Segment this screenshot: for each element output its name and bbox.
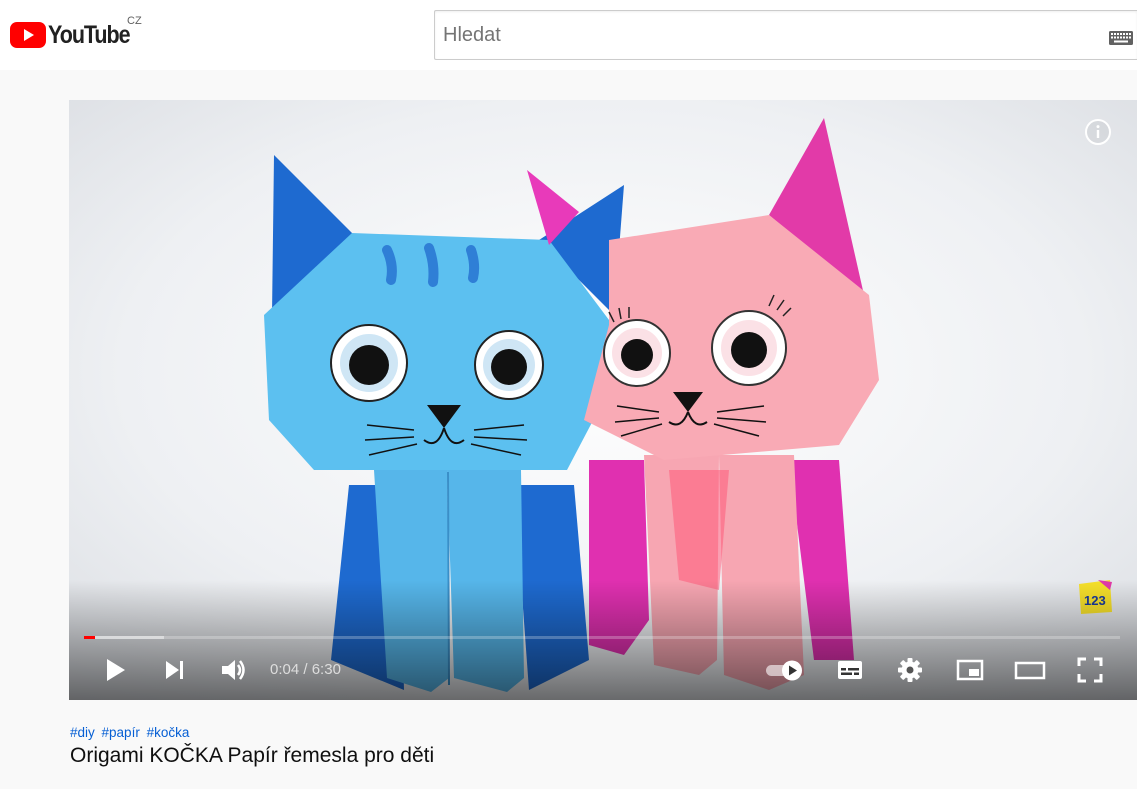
subtitles-button[interactable] (832, 652, 868, 688)
hashtag-link[interactable]: #papír (102, 725, 140, 740)
hashtag-link[interactable]: #kočka (147, 725, 190, 740)
settings-button[interactable] (892, 652, 928, 688)
hashtag-list: #diy #papír #kočka (70, 725, 192, 740)
hashtag-link[interactable]: #diy (70, 725, 95, 740)
play-icon (107, 659, 125, 681)
fullscreen-icon (1077, 657, 1103, 683)
next-button[interactable] (157, 652, 193, 688)
search-input[interactable] (443, 23, 1083, 47)
search-box[interactable] (434, 10, 1137, 60)
logo-wordmark: YouTube (48, 20, 131, 49)
progress-bar[interactable] (84, 636, 1120, 639)
current-time: 0:04 (270, 661, 300, 678)
video-title: Origami KOČKA Papír řemesla pro děti (70, 744, 435, 767)
country-code: CZ (127, 15, 142, 27)
progress-loaded (84, 636, 164, 639)
progress-played (84, 636, 95, 639)
subtitles-icon (838, 661, 862, 679)
play-button[interactable] (97, 652, 133, 688)
next-icon (166, 661, 183, 679)
volume-icon (222, 660, 245, 680)
theater-mode-icon (1014, 661, 1046, 680)
miniplayer-icon (956, 659, 984, 681)
autoplay-toggle[interactable] (764, 652, 812, 688)
theater-mode-button[interactable] (1012, 652, 1048, 688)
youtube-play-logo-icon (10, 22, 46, 48)
duration: 6:30 (311, 661, 341, 678)
info-icon[interactable] (1084, 118, 1112, 146)
volume-button[interactable] (215, 652, 251, 688)
settings-icon (898, 658, 922, 682)
keyboard-icon[interactable] (1109, 31, 1133, 45)
video-player[interactable]: 123 0:04 / 6:30 (69, 100, 1137, 700)
time-separator: / (299, 661, 312, 678)
autoplay-toggle-icon (766, 660, 802, 681)
miniplayer-button[interactable] (952, 652, 988, 688)
time-display: 0:04 / 6:30 (270, 661, 341, 678)
youtube-logo[interactable]: YouTube (10, 20, 143, 50)
fullscreen-button[interactable] (1072, 652, 1108, 688)
masthead: YouTube CZ (0, 0, 1137, 70)
